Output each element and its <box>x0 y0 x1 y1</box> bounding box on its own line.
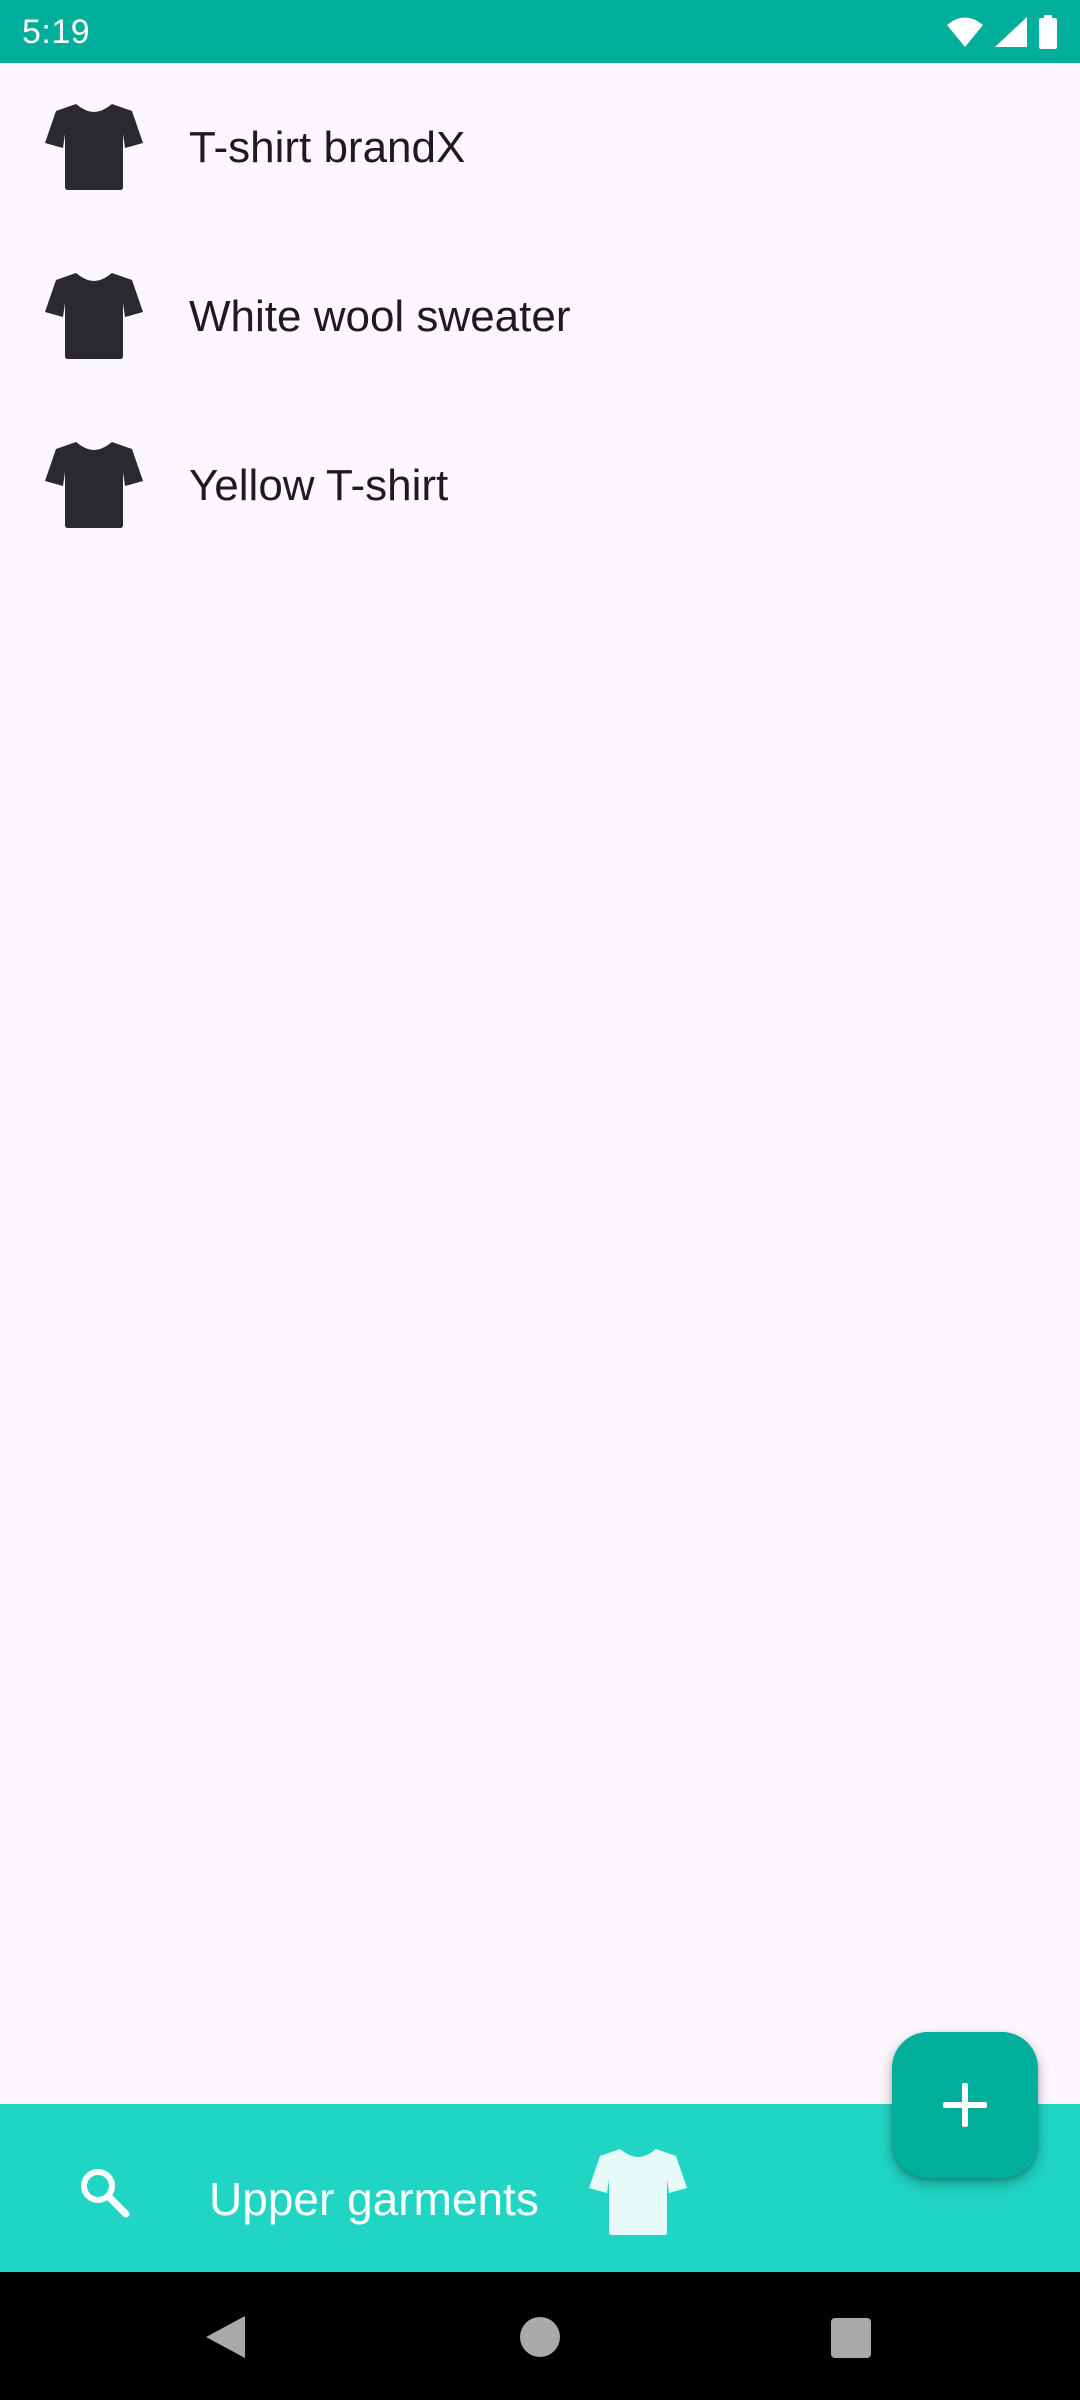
battery-icon <box>1038 15 1058 49</box>
item-label: Yellow T-shirt <box>189 461 449 510</box>
system-nav-bar <box>0 2272 1080 2400</box>
back-icon[interactable] <box>203 2314 247 2360</box>
tshirt-icon <box>44 439 144 531</box>
category-label[interactable]: Upper garments <box>209 2104 539 2272</box>
search-icon[interactable] <box>78 2166 130 2218</box>
status-bar: 5:19 <box>0 0 1080 63</box>
tshirt-icon[interactable] <box>588 2146 688 2238</box>
item-label: White wool sweater <box>189 292 571 341</box>
tshirt-icon <box>44 101 144 193</box>
garment-list: T-shirt brandX White wool sweater Yellow… <box>0 63 1080 570</box>
home-icon[interactable] <box>520 2317 560 2357</box>
list-item[interactable]: T-shirt brandX <box>0 63 1080 232</box>
status-time: 5:19 <box>22 13 91 51</box>
tshirt-icon <box>44 270 144 362</box>
cell-signal-icon <box>994 16 1028 48</box>
item-label: T-shirt brandX <box>189 123 466 172</box>
list-item[interactable]: White wool sweater <box>0 232 1080 401</box>
plus-icon <box>941 2081 989 2129</box>
wifi-icon <box>946 16 984 48</box>
list-item[interactable]: Yellow T-shirt <box>0 401 1080 570</box>
status-icons <box>946 13 1058 51</box>
add-garment-button[interactable] <box>892 2032 1038 2178</box>
recents-icon[interactable] <box>831 2318 871 2358</box>
